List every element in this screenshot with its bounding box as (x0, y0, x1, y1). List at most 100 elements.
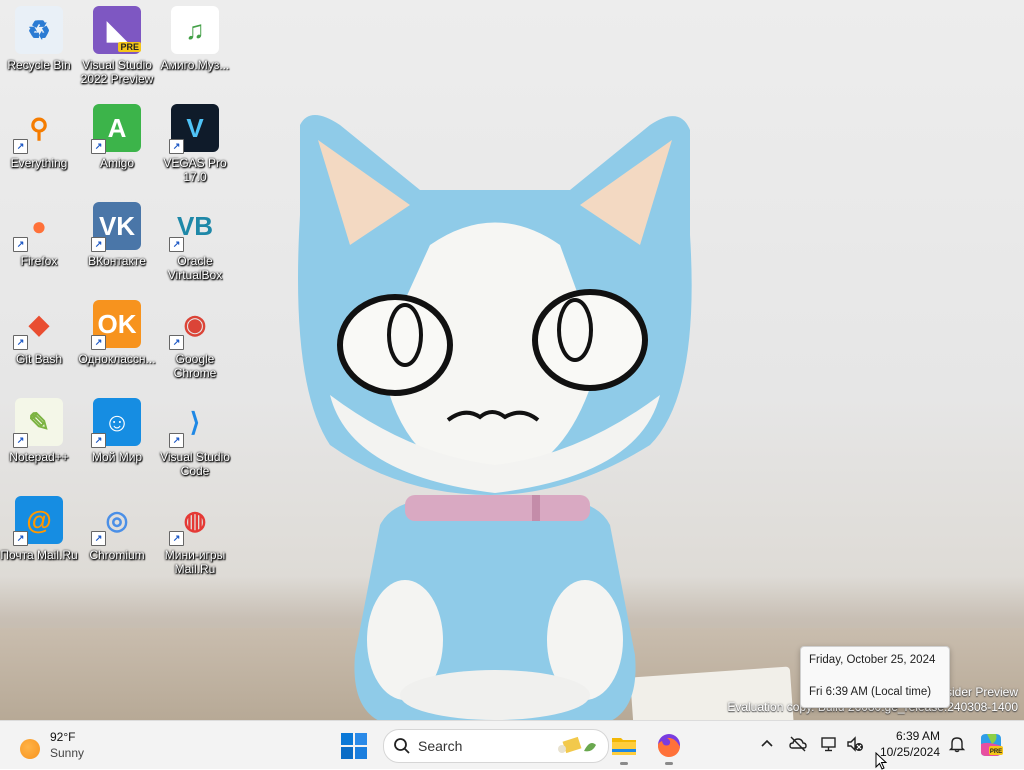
weather-temperature: 92°F (50, 730, 76, 744)
folder-icon (612, 738, 636, 755)
firefox-icon: ● ↗ (13, 202, 63, 252)
visual-studio-2022-preview-icon: ◣ PRE (93, 6, 141, 54)
desktop-shortcut[interactable]: ♫ Амиго.Муз... (156, 0, 234, 92)
shortcut-arrow-icon: ↗ (169, 433, 184, 448)
svg-text:PRE: PRE (990, 749, 1002, 755)
vscode-icon: ⟩ ↗ (169, 398, 219, 448)
running-indicator (665, 762, 673, 765)
mini-games-mail-ru-icon: ◍ ↗ (169, 496, 219, 546)
shortcut-arrow-icon: ↗ (169, 237, 184, 252)
volume-muted-icon[interactable] (846, 735, 864, 753)
taskbar-search-box[interactable]: Search (383, 729, 609, 763)
desktop-shortcut[interactable]: VB ↗ Oracle VirtualBox (156, 196, 234, 288)
shortcut-arrow-icon: ↗ (13, 139, 28, 154)
mouse-cursor-icon (875, 752, 887, 770)
desktop-shortcut[interactable]: A ↗ Amigo (78, 98, 156, 190)
amigo-icon: A ↗ (91, 104, 141, 154)
git-bash-icon: ◆ ↗ (13, 300, 63, 350)
search-label: Search (418, 738, 463, 754)
mail-ru-icon: @ ↗ (13, 496, 63, 546)
shortcut-arrow-icon: ↗ (91, 335, 106, 350)
search-icon (394, 738, 410, 754)
tooltip-time: Fri 6:39 AM (Local time) (809, 686, 932, 698)
chevron-up-icon[interactable] (758, 735, 776, 753)
moy-mir-icon: ☺ ↗ (91, 398, 141, 448)
desktop-shortcut-label: VEGAS Pro 17.0 (163, 156, 227, 184)
everything-icon: ⚲ ↗ (13, 104, 63, 154)
desktop-shortcut-label: Chromium (89, 548, 145, 562)
desktop-shortcut[interactable]: ⟩ ↗ Visual Studio Code (156, 392, 234, 484)
wallpaper-plush-cat (298, 115, 692, 720)
shortcut-arrow-icon: ↗ (169, 139, 184, 154)
desktop-shortcut-label: Everything (10, 156, 68, 170)
shortcut-arrow-icon: ↗ (91, 139, 106, 154)
shortcut-arrow-icon: ↗ (91, 433, 106, 448)
desktop-shortcut-label: Амиго.Муз... (160, 58, 230, 72)
desktop-shortcut[interactable]: @ ↗ Почта Mail.Ru (0, 490, 78, 582)
clock-time: 6:39 AM (895, 729, 940, 743)
preview-badge: PRE (118, 42, 141, 52)
desktop-shortcut[interactable]: OK ↗ Одноклассн... (78, 294, 156, 386)
sun-icon (20, 739, 40, 759)
clock-date: 10/25/2024 (879, 745, 940, 759)
desktop-shortcut[interactable]: VK ↗ ВКонтакте (78, 196, 156, 288)
odnoklassniki-icon: OK ↗ (91, 300, 141, 350)
desktop-shortcut-label: Git Bash (15, 352, 63, 366)
clock-tooltip: Friday, October 25, 2024 Fri 6:39 AM (Lo… (800, 646, 950, 708)
desktop-shortcut-label: Recycle Bin (7, 58, 71, 72)
desktop-shortcut-label: Почта Mail.Ru (0, 548, 78, 562)
search-highlight-icon (558, 736, 596, 754)
desktop-shortcut[interactable]: ◎ ↗ Chromium (78, 490, 156, 582)
desktop-shortcut-label: Visual Studio Code (160, 450, 230, 478)
desktop-shortcut[interactable]: ◍ ↗ Мини-игры Mail.Ru (156, 490, 234, 582)
notification-bell-icon[interactable] (948, 735, 966, 753)
shortcut-arrow-icon: ↗ (169, 335, 184, 350)
running-indicator (620, 762, 628, 765)
desktop-shortcut[interactable]: V ↗ VEGAS Pro 17.0 (156, 98, 234, 190)
taskbar: 92°F Sunny Search 6:39 AM 10/25/2024 PRE (0, 720, 1024, 769)
oracle-virtualbox-icon: VB ↗ (169, 202, 219, 252)
shortcut-arrow-icon: ↗ (91, 237, 106, 252)
desktop-shortcut-label: Мой Мир (91, 450, 143, 464)
shortcut-arrow-icon: ↗ (13, 531, 28, 546)
shortcut-arrow-icon: ↗ (91, 531, 106, 546)
shortcut-arrow-icon: ↗ (169, 531, 184, 546)
firefox-icon (657, 734, 680, 758)
desktop-shortcut-label: Мини-игры Mail.Ru (164, 548, 226, 576)
copilot-icon[interactable]: PRE (978, 732, 1004, 758)
firefox-taskbar-icon[interactable] (653, 729, 685, 765)
desktop-shortcut[interactable]: ♻ Recycle Bin (0, 0, 78, 92)
google-chrome-icon: ◉ ↗ (169, 300, 219, 350)
desktop-shortcut[interactable]: ⚲ ↗ Everything (0, 98, 78, 190)
weather-widget[interactable]: 92°F Sunny (14, 727, 134, 763)
onedrive-offline-icon[interactable] (789, 735, 807, 753)
desktop-shortcut-label: Google Chrome (173, 352, 217, 380)
desktop-shortcut[interactable]: ◆ ↗ Git Bash (0, 294, 78, 386)
desktop-shortcut-label: Visual Studio 2022 Preview (80, 58, 154, 86)
vkontakte-icon: VK ↗ (91, 202, 141, 252)
shortcut-arrow-icon: ↗ (13, 433, 28, 448)
desktop-shortcut-label: ВКонтакте (88, 254, 146, 268)
recycle-bin-icon: ♻ (15, 6, 63, 54)
desktop-shortcut-label: Notepad++ (9, 450, 69, 464)
desktop-shortcut[interactable]: ◣ PRE Visual Studio 2022 Preview (78, 0, 156, 92)
shortcut-arrow-icon: ↗ (13, 335, 28, 350)
desktop-shortcut-label: Firefox (20, 254, 58, 268)
desktop-shortcut[interactable]: ● ↗ Firefox (0, 196, 78, 288)
desktop-shortcut[interactable]: ◉ ↗ Google Chrome (156, 294, 234, 386)
desktop-shortcut-label: Amigo (99, 156, 134, 170)
amigo-music-icon: ♫ (171, 6, 219, 54)
desktop-shortcut-label: Oracle VirtualBox (167, 254, 223, 282)
shortcut-arrow-icon: ↗ (13, 237, 28, 252)
tooltip-date: Friday, October 25, 2024 (809, 654, 936, 666)
desktop-shortcut-label: Одноклассн... (78, 352, 156, 366)
notepad-plus-plus-icon: ✎ ↗ (13, 398, 63, 448)
vegas-pro-icon: V ↗ (169, 104, 219, 154)
start-button[interactable] (341, 733, 367, 759)
network-icon[interactable] (820, 735, 838, 753)
desktop-shortcut[interactable]: ✎ ↗ Notepad++ (0, 392, 78, 484)
weather-condition: Sunny (50, 746, 85, 760)
desktop-shortcut[interactable]: ☺ ↗ Мой Мир (78, 392, 156, 484)
file-explorer-icon[interactable] (608, 729, 640, 765)
chromium-icon: ◎ ↗ (91, 496, 141, 546)
